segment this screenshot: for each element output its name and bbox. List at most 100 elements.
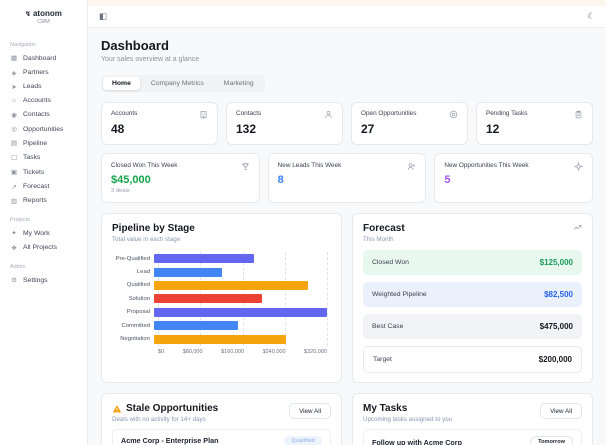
forecast-row-target: Target $200,000: [363, 346, 582, 373]
sidebar-item-tickets[interactable]: ▣ Tickets: [0, 165, 87, 179]
stale-opportunities-panel: Stale Opportunities Deals with no activi…: [101, 393, 342, 445]
sidebar-item-accounts[interactable]: ⌂ Accounts: [0, 94, 87, 107]
theme-toggle-icon[interactable]: ☾: [587, 12, 595, 21]
y-tick-label: Pre-Qualified: [115, 255, 150, 262]
tasks-title: My Tasks: [363, 403, 408, 414]
stale-view-all-button[interactable]: View All: [289, 403, 331, 419]
sidebar-item-leads[interactable]: ➤ Leads: [0, 80, 87, 94]
sidebar-item-dashboard[interactable]: ▦ Dashboard: [0, 51, 87, 65]
closed-won-deals: 3 deals: [111, 188, 130, 194]
clipboard-icon: [574, 110, 583, 119]
stat-value: 48: [111, 122, 125, 136]
card-new-opportunities-week: New Opportunities This Week 5: [434, 153, 593, 203]
logo-icon: ↯: [25, 10, 31, 18]
chart-title: Pipeline by Stage: [112, 223, 195, 234]
y-tick-label: Lead: [136, 269, 150, 276]
sidebar-item-label: All Projects: [23, 244, 57, 252]
settings-icon: ⚙: [11, 277, 17, 285]
stale-item-acme[interactable]: Acme Corp - Enterprise Plan Acme Corpora…: [112, 429, 331, 445]
tickets-icon: ▣: [10, 169, 18, 177]
sidebar-item-label: Forecast: [23, 183, 50, 191]
forecast-label: Best Case: [372, 323, 404, 330]
user-plus-icon: [407, 162, 416, 171]
nav-section-navigation: Navigation: [10, 42, 36, 48]
stat-label: Closed Won This Week: [111, 162, 178, 169]
trophy-icon: [241, 162, 250, 171]
new-leads-value: 8: [277, 174, 284, 186]
tab-marketing[interactable]: Marketing: [215, 77, 263, 90]
warning-icon: [112, 404, 122, 414]
building-icon: [199, 110, 208, 119]
bar-qualified: [154, 280, 309, 290]
sidebar-item-label: Opportunities: [23, 125, 64, 133]
task-title: Follow up with Acme Corp: [372, 437, 462, 445]
sidebar-item-label: Pipeline: [23, 139, 48, 147]
stat-card-open-opportunities: Open Opportunities 27: [351, 102, 468, 145]
x-tick-label: $240,000: [262, 348, 286, 355]
sidebar-item-label: Partners: [23, 69, 49, 77]
sidebar-item-opportunities[interactable]: ◎ Opportunities: [0, 122, 87, 136]
forecast-value: $475,000: [539, 322, 573, 331]
pipeline-icon: ▤: [10, 140, 18, 148]
sidebar-item-all-projects[interactable]: ❖ All Projects: [0, 241, 87, 255]
sidebar-item-label: Dashboard: [23, 54, 57, 62]
sidebar-item-pipeline[interactable]: ▤ Pipeline: [0, 136, 87, 150]
mid-row: Pipeline by Stage Total value in each st…: [101, 213, 593, 383]
stat-value: 12: [486, 122, 500, 136]
sidebar-item-label: Tasks: [23, 154, 41, 162]
users-icon: [324, 110, 333, 119]
chart-row: Qualified: [112, 279, 331, 292]
x-tick-label: $160,000: [221, 348, 245, 355]
chart-row: Pre-Qualified: [112, 252, 331, 265]
forecast-label: Closed Won: [372, 259, 409, 266]
stat-value: 27: [361, 122, 375, 136]
logo-text: atonom: [32, 9, 62, 18]
stat-label: Pending Tasks: [486, 110, 528, 117]
sidebar-item-reports[interactable]: ▥ Reports: [0, 194, 87, 208]
my-work-icon: ✦: [11, 230, 17, 238]
stat-label: New Opportunities This Week: [444, 162, 529, 169]
forecast-value: $125,000: [539, 258, 573, 267]
stat-value: 132: [236, 122, 257, 136]
sidebar-toggle-icon[interactable]: ◧: [99, 12, 107, 21]
forecast-panel: Forecast This Month Closed Won $125,000 …: [352, 213, 593, 383]
forecast-row-best-case: Best Case $475,000: [363, 314, 582, 339]
opportunities-icon: ◎: [11, 126, 17, 134]
dashboard-tabs: Home Company Metrics Marketing: [101, 75, 265, 92]
card-closed-won-week: Closed Won This Week $45,000 3 deals: [101, 153, 260, 203]
y-tick-label: Proposal: [126, 309, 150, 316]
y-tick-label: Negotiation: [120, 336, 150, 343]
forecast-title: Forecast: [363, 223, 405, 234]
stale-title: Stale Opportunities: [126, 403, 219, 414]
due-badge: Tomorrow: [530, 436, 573, 445]
stale-subtitle: Deals with no activity for 14+ days: [112, 416, 206, 423]
sidebar-item-label: Tickets: [23, 168, 45, 176]
forecast-row-closed-won: Closed Won $125,000: [363, 250, 582, 275]
reports-icon: ▥: [10, 197, 18, 205]
nav-section-projects: Projects: [10, 217, 30, 224]
pipeline-by-stage-panel: Pipeline by Stage Total value in each st…: [101, 213, 342, 383]
my-tasks-panel: My Tasks Upcoming tasks assigned to you …: [352, 393, 593, 445]
tab-home[interactable]: Home: [103, 77, 140, 90]
sidebar-item-label: My Work: [23, 229, 50, 237]
sidebar-item-partners[interactable]: ◈ Partners: [0, 65, 87, 79]
sidebar-item-forecast[interactable]: ↗ Forecast: [0, 179, 87, 193]
task-item-follow-up[interactable]: Follow up with Acme Corp Tomorrow: [363, 429, 582, 445]
sidebar-item-label: Settings: [23, 276, 48, 284]
stat-label: New Leads This Week: [277, 162, 342, 169]
nav-section-admin: Admin: [10, 263, 26, 270]
bar-proposal: [154, 307, 327, 317]
sidebar-item-contacts[interactable]: ◉ Contacts: [0, 108, 87, 122]
sidebar-item-settings[interactable]: ⚙ Settings: [0, 273, 87, 287]
forecast-value: $200,000: [538, 355, 572, 364]
new-opportunities-value: 5: [444, 174, 451, 186]
tab-company-metrics[interactable]: Company Metrics: [142, 77, 213, 90]
chart-row: Negotiation: [112, 332, 331, 345]
tasks-view-all-button[interactable]: View All: [540, 403, 582, 419]
stat-label: Contacts: [236, 110, 262, 117]
sidebar: ↯ atonom CRM Navigation ▦ Dashboard ◈ Part…: [0, 0, 88, 445]
sidebar-item-tasks[interactable]: ☐ Tasks: [0, 151, 87, 165]
forecast-row-weighted-pipeline: Weighted Pipeline $82,500: [363, 282, 582, 307]
opportunity-title: Acme Corp - Enterprise Plan: [121, 436, 219, 445]
sidebar-item-my-work[interactable]: ✦ My Work: [0, 226, 87, 240]
